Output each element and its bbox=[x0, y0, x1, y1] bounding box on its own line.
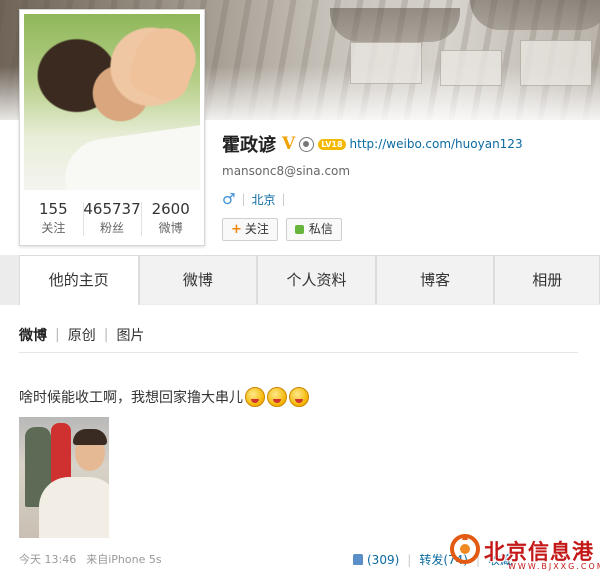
stat-following[interactable]: 155 关注 bbox=[24, 196, 83, 240]
avatar[interactable] bbox=[24, 14, 200, 190]
avatar-card: 155 关注 465737 粉丝 2600 微博 bbox=[19, 9, 205, 246]
member-icon[interactable] bbox=[299, 136, 315, 152]
stat-following-count: 155 bbox=[39, 200, 68, 218]
weibo-url-link[interactable]: http://weibo.com/huoyan123 bbox=[350, 137, 523, 151]
stat-posts-label: 微博 bbox=[158, 221, 183, 235]
profile-tabs: 他的主页 微博 个人资料 博客 相册 bbox=[0, 255, 600, 306]
stat-posts[interactable]: 2600 微博 bbox=[141, 196, 200, 240]
stat-following-label: 关注 bbox=[41, 221, 66, 235]
profile-actions: + 关注 私信 bbox=[222, 218, 350, 241]
follow-button[interactable]: + 关注 bbox=[222, 218, 278, 241]
filter-original[interactable]: 原创 bbox=[68, 325, 96, 345]
male-gender-icon: ♂ bbox=[222, 190, 236, 208]
stat-followers[interactable]: 465737 粉丝 bbox=[82, 196, 142, 240]
watermark-logo-icon bbox=[450, 534, 480, 564]
like-count[interactable]: (309) bbox=[367, 553, 399, 567]
post-body: 啥时候能收工啊，我想回家撸大串儿 bbox=[19, 390, 243, 406]
profile-location[interactable]: 北京 bbox=[252, 191, 276, 208]
filter-all[interactable]: 微博 bbox=[19, 325, 47, 345]
post-image[interactable] bbox=[19, 417, 109, 538]
watermark: 北京信息港 WWW.BJXXG.COM bbox=[444, 530, 600, 578]
profile-name: 霍政谚 bbox=[222, 135, 276, 156]
level-badge[interactable]: LV18 bbox=[318, 138, 346, 150]
stat-followers-label: 粉丝 bbox=[100, 221, 125, 235]
grin-emoji-icon bbox=[289, 387, 309, 407]
feed-filter: 微博 | 原创 | 图片 bbox=[19, 325, 145, 345]
plus-icon: + bbox=[231, 222, 242, 237]
tab-profile-info[interactable]: 个人资料 bbox=[257, 255, 376, 304]
profile-name-row: 霍政谚 V LV18 http://weibo.com/huoyan123 bbox=[222, 130, 523, 158]
tab-home[interactable]: 他的主页 bbox=[19, 255, 139, 306]
verified-badge-icon[interactable]: V bbox=[282, 134, 295, 154]
profile-stats: 155 关注 465737 粉丝 2600 微博 bbox=[24, 196, 200, 240]
filter-pictures[interactable]: 图片 bbox=[116, 325, 144, 345]
grin-emoji-icon bbox=[267, 387, 287, 407]
profile-email: mansonc8@sina.com bbox=[222, 164, 351, 178]
stat-posts-count: 2600 bbox=[151, 200, 190, 218]
grin-emoji-icon bbox=[245, 387, 265, 407]
watermark-url: WWW.BJXXG.COM bbox=[508, 562, 600, 571]
post-text: 啥时候能收工啊，我想回家撸大串儿 bbox=[19, 387, 309, 407]
message-button[interactable]: 私信 bbox=[285, 218, 342, 241]
post-meta: 今天 13:46 来自iPhone 5s bbox=[19, 551, 162, 567]
follow-button-label: 关注 bbox=[244, 222, 269, 236]
message-button-label: 私信 bbox=[308, 222, 333, 236]
message-icon bbox=[294, 225, 304, 234]
profile-location-row: ♂ | 北京 | bbox=[222, 190, 286, 208]
stat-followers-count: 465737 bbox=[83, 200, 141, 218]
like-icon[interactable] bbox=[353, 554, 363, 565]
tab-weibo[interactable]: 微博 bbox=[138, 255, 258, 304]
divider bbox=[19, 352, 578, 353]
tab-blog[interactable]: 博客 bbox=[375, 255, 495, 304]
tab-album[interactable]: 相册 bbox=[494, 255, 600, 304]
post-source[interactable]: 来自iPhone 5s bbox=[86, 551, 161, 567]
post-time[interactable]: 今天 13:46 bbox=[19, 551, 76, 567]
